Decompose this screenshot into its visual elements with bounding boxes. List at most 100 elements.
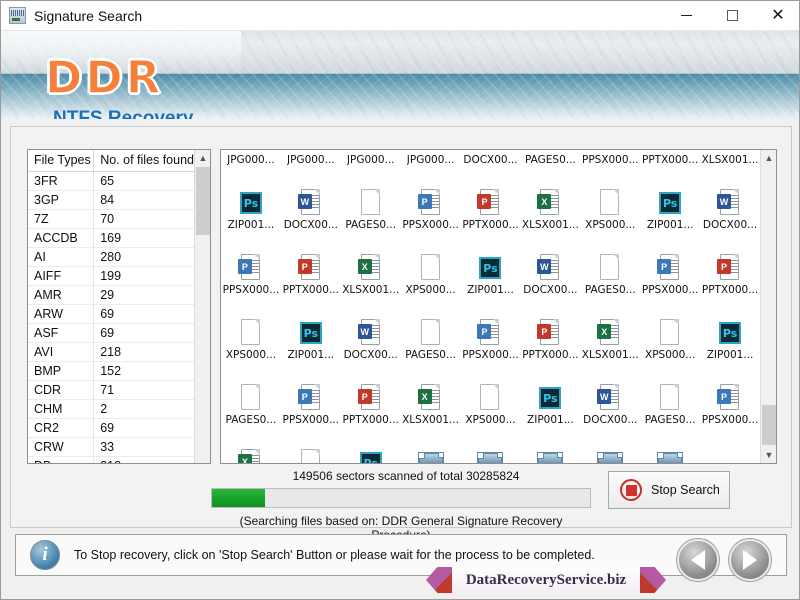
recovered-file-item[interactable]: PsZIP001...	[700, 315, 760, 370]
minimize-button[interactable]	[663, 1, 709, 31]
window-title: Signature Search	[34, 8, 663, 24]
table-row[interactable]: CR269	[28, 419, 194, 438]
recovered-file-item[interactable]: PAGES0...	[580, 250, 640, 305]
recovered-files-scroll-down-button[interactable]: ▼	[761, 447, 777, 463]
file-icon-wrap	[418, 150, 444, 152]
recovered-file-item[interactable]: XPS000...	[281, 445, 341, 463]
recovered-file-item[interactable]: XXLSX001...	[341, 250, 401, 305]
recovered-file-item[interactable]: PAGES0...	[640, 380, 700, 435]
table-row[interactable]: ASF69	[28, 324, 194, 343]
recovered-file-item[interactable]: PPPSX000...	[700, 380, 760, 435]
recovered-file-item[interactable]: WDOCX00...	[580, 380, 640, 435]
recovered-file-item[interactable]: JPG000...	[580, 445, 640, 463]
maximize-icon	[727, 10, 738, 21]
recovered-file-item[interactable]: JPG000...	[341, 150, 401, 175]
table-row[interactable]: CHM2	[28, 400, 194, 419]
recovered-file-item[interactable]: PPPTX000...	[640, 150, 700, 175]
recovered-file-item[interactable]: JPG000...	[520, 445, 580, 463]
recovered-file-item[interactable]: JPG000...	[401, 150, 461, 175]
ribbon-center: DataRecoveryService.biz	[452, 567, 640, 593]
recovered-file-item[interactable]: JPG000...	[401, 445, 461, 463]
table-row[interactable]: AVI218	[28, 343, 194, 362]
recovered-file-item[interactable]: XPS000...	[401, 250, 461, 305]
file-icon-wrap: Ps	[659, 185, 681, 217]
recovered-file-item[interactable]: WDOCX00...	[520, 250, 580, 305]
recovered-file-item[interactable]: WDOCX00...	[461, 150, 521, 175]
recovered-file-item[interactable]: PsZIP001...	[640, 185, 700, 240]
recovered-files-viewport: JPG000...JPG000...JPG000...JPG000...WDOC…	[221, 150, 760, 463]
recovered-file-item[interactable]: PPPSX000...	[281, 380, 341, 435]
previous-button[interactable]	[677, 539, 719, 581]
table-row[interactable]: DB218	[28, 457, 194, 465]
recovered-file-item[interactable]: XXLSX001...	[401, 380, 461, 435]
recovered-file-item[interactable]: JPG000...	[640, 445, 700, 463]
recovered-file-item[interactable]: PPPTX000...	[700, 250, 760, 305]
table-row[interactable]: ARW69	[28, 305, 194, 324]
recovered-file-item[interactable]: XXLSX001...	[520, 185, 580, 240]
recovered-file-item[interactable]: PPPSX000...	[401, 185, 461, 240]
recovered-file-item[interactable]: PAGES0...	[520, 150, 580, 175]
recovered-file-item[interactable]: PAGES0...	[341, 185, 401, 240]
cell-files-found: 2	[94, 400, 194, 419]
next-button[interactable]	[729, 539, 771, 581]
table-row[interactable]: 3GP84	[28, 191, 194, 210]
table-row[interactable]: BMP152	[28, 362, 194, 381]
recovered-file-item[interactable]: XPS000...	[221, 315, 281, 370]
recovered-file-item[interactable]: XXLSX001...	[221, 445, 281, 463]
recovered-files-scroll-thumb[interactable]	[762, 405, 776, 445]
table-row[interactable]: AIFF199	[28, 267, 194, 286]
file-icon-wrap: Ps	[539, 380, 561, 412]
recovered-file-item[interactable]: WDOCX00...	[341, 315, 401, 370]
table-row[interactable]: 7Z70	[28, 210, 194, 229]
stop-search-button[interactable]: Stop Search	[608, 471, 730, 509]
recovered-file-item[interactable]: WDOCX00...	[700, 185, 760, 240]
table-row[interactable]: ACCDB169	[28, 229, 194, 248]
maximize-button[interactable]	[709, 1, 755, 31]
recovered-files-scrollbar[interactable]: ▲ ▼	[760, 150, 776, 463]
table-row[interactable]: AMR29	[28, 286, 194, 305]
file-icon-wrap: P	[298, 380, 324, 412]
close-button[interactable]: ✕	[755, 1, 800, 31]
recovered-file-item[interactable]: PPPTX000...	[520, 315, 580, 370]
recovered-file-item[interactable]: PPPTX000...	[461, 185, 521, 240]
file-icon-wrap	[418, 445, 444, 463]
recovered-file-item[interactable]: XXLSX001...	[580, 315, 640, 370]
recovered-file-item[interactable]: PsZIP001...	[461, 250, 521, 305]
recovered-file-item[interactable]: XPS000...	[580, 185, 640, 240]
recovered-file-item[interactable]: JPG000...	[221, 150, 281, 175]
recovered-file-item[interactable]: PsZIP001...	[520, 380, 580, 435]
recovered-file-item[interactable]	[700, 445, 760, 463]
recovered-file-item[interactable]: PPPSX000...	[580, 150, 640, 175]
excel-file-icon: X	[418, 382, 444, 412]
recovered-file-item[interactable]: XPS000...	[461, 380, 521, 435]
recovered-file-item[interactable]: PPPTX000...	[281, 250, 341, 305]
table-row[interactable]: AI280	[28, 248, 194, 267]
recovered-file-item[interactable]: XPS000...	[640, 315, 700, 370]
recovered-file-item[interactable]: PsZIP001...	[221, 185, 281, 240]
recovered-file-item[interactable]: JPG000...	[461, 445, 521, 463]
recovered-file-item[interactable]: PPPTX000...	[341, 380, 401, 435]
recovered-file-item[interactable]: PAGES0...	[221, 380, 281, 435]
powerpoint-show-file-icon: P	[657, 252, 683, 282]
recovered-file-item[interactable]: PPPSX000...	[640, 250, 700, 305]
recovered-file-item[interactable]: XXLSX001...	[700, 150, 760, 175]
recovered-file-item[interactable]: PPPSX000...	[461, 315, 521, 370]
table-row[interactable]: CDR71	[28, 381, 194, 400]
brand-ribbon: DataRecoveryService.biz	[426, 567, 666, 593]
recovered-file-item[interactable]: PAGES0...	[401, 315, 461, 370]
cell-file-type: ARW	[28, 305, 94, 324]
image-file-icon	[597, 452, 623, 463]
file-types-scroll-thumb[interactable]	[196, 167, 210, 235]
recovered-file-item[interactable]: JPG000...	[281, 150, 341, 175]
file-types-scroll-up-button[interactable]: ▲	[195, 150, 211, 166]
table-row[interactable]: 3FR65	[28, 172, 194, 191]
recovered-file-item[interactable]: PsZIP001...	[281, 315, 341, 370]
recovered-files-scroll-up-button[interactable]: ▲	[761, 150, 777, 166]
file-icon-wrap	[298, 150, 324, 152]
recovered-file-item[interactable]: PPPSX000...	[221, 250, 281, 305]
file-types-scrollbar[interactable]: ▲ ▼	[194, 150, 210, 464]
table-row[interactable]: CRW33	[28, 438, 194, 457]
recovered-file-item[interactable]: WDOCX00...	[281, 185, 341, 240]
recovered-file-item[interactable]: PsZIP001...	[341, 445, 401, 463]
word-file-icon: W	[358, 317, 384, 347]
